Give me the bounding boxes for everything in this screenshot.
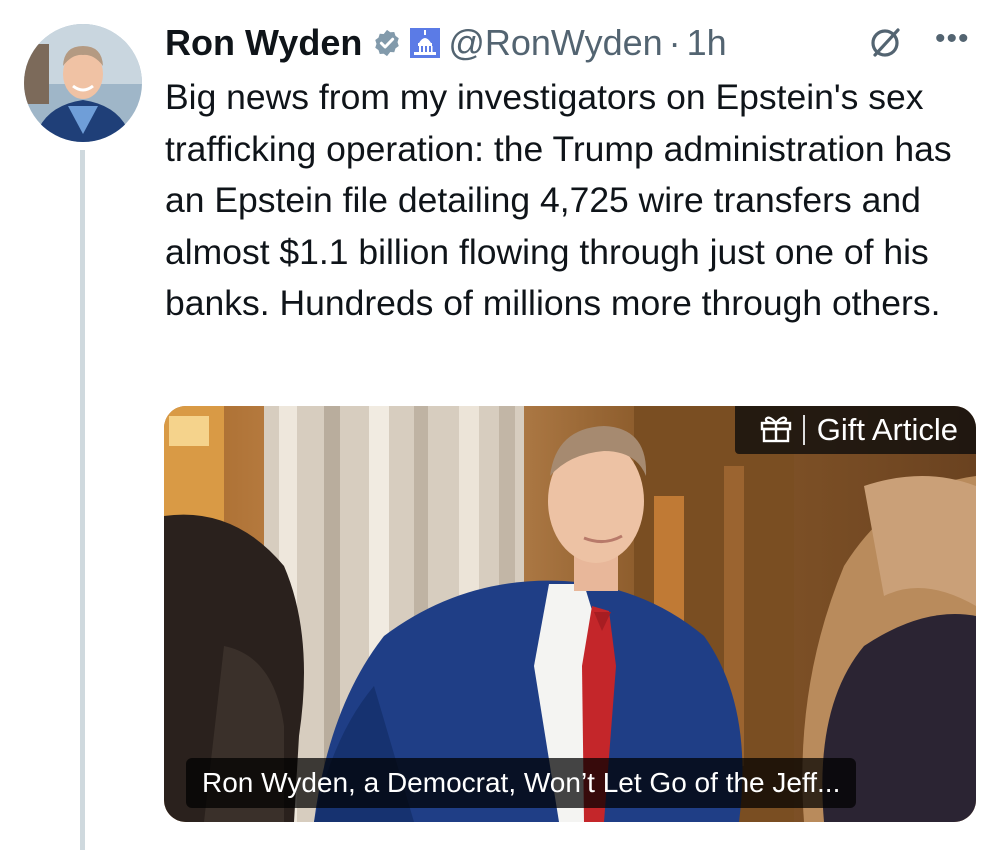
gift-article-button[interactable]: Gift Article	[734, 406, 976, 454]
header-separator: ·	[668, 22, 681, 63]
tweet-text: Big news from my investigators on Epstei…	[165, 77, 952, 323]
gift-icon	[759, 413, 793, 448]
grok-icon[interactable]	[868, 24, 904, 65]
gift-divider	[802, 415, 805, 445]
card-caption: Ron Wyden, a Democrat, Won’t Let Go of t…	[186, 758, 857, 808]
verified-badge-icon	[372, 28, 402, 58]
author-name[interactable]: Ron Wyden	[165, 22, 362, 64]
capitol-icon	[410, 28, 441, 58]
thread-line	[80, 150, 85, 850]
timestamp[interactable]: 1h	[687, 22, 727, 64]
author-handle[interactable]: @RonWyden	[448, 22, 662, 64]
avatar-photo	[24, 24, 142, 142]
link-card[interactable]: Gift Article Ron Wyden, a Democrat, Won’…	[164, 406, 976, 822]
avatar[interactable]	[24, 24, 142, 142]
tweet-header: Ron Wyden @RonWyden · 1h	[165, 18, 727, 68]
gift-article-label: Gift Article	[816, 412, 958, 447]
more-icon[interactable]: •••	[935, 22, 970, 56]
